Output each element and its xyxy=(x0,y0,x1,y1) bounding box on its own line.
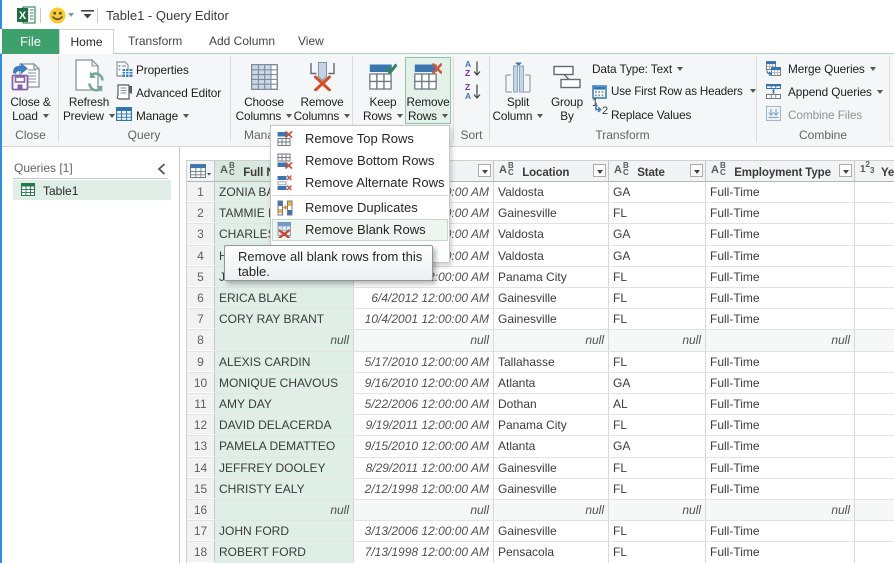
svg-text:X: X xyxy=(19,10,27,22)
